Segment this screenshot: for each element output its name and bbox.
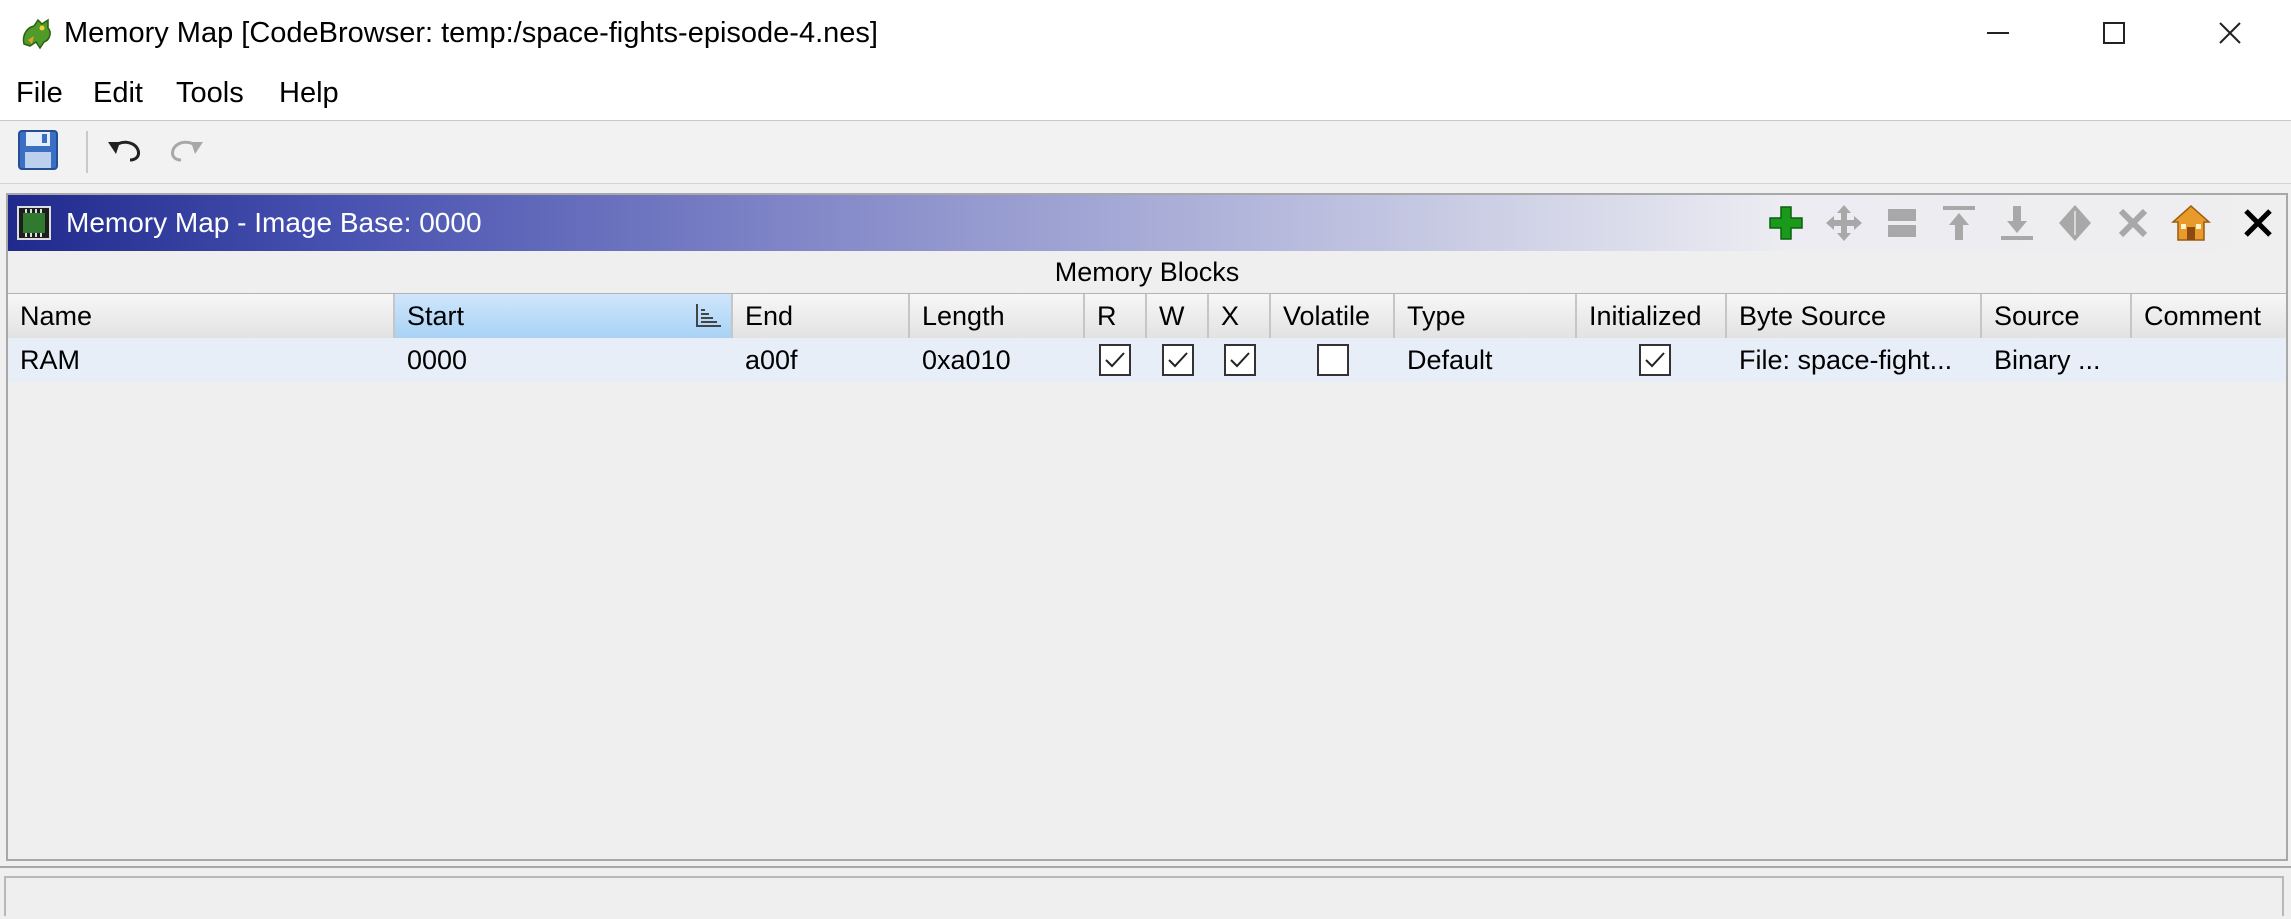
column-header-volatile[interactable]: Volatile — [1271, 294, 1395, 338]
cell-start: 0000 — [407, 345, 468, 375]
window-title: Memory Map [CodeBrowser: temp:/space-fig… — [64, 17, 878, 49]
maximize-icon — [2103, 22, 2125, 44]
menu-bar: File Edit Tools Help — [0, 66, 2291, 122]
maximize-button[interactable] — [2056, 0, 2172, 66]
move-block-icon — [1826, 205, 1862, 241]
close-panel-icon — [2244, 209, 2272, 237]
status-area — [4, 876, 2284, 916]
save-icon — [18, 130, 58, 170]
add-block-icon — [1769, 206, 1803, 240]
menu-help[interactable]: Help — [279, 74, 339, 112]
close-window-button[interactable] — [2172, 0, 2288, 66]
set-image-base-button[interactable] — [2171, 203, 2211, 243]
checkmark-icon — [1230, 352, 1250, 368]
column-header-read[interactable]: R — [1085, 294, 1147, 338]
redo-icon — [171, 140, 203, 162]
expand-down-button[interactable] — [1997, 203, 2037, 243]
cell-source: Binary ... — [1994, 345, 2101, 375]
merge-blocks-icon — [2059, 205, 2091, 241]
column-header-initialized[interactable]: Initialized — [1577, 294, 1727, 338]
undo-button[interactable] — [104, 128, 152, 176]
column-header-comment[interactable]: Comment — [2132, 294, 2286, 338]
checkmark-icon — [1105, 352, 1125, 368]
toolbar-separator — [86, 131, 88, 173]
volatile-checkbox[interactable] — [1317, 344, 1349, 376]
expand-up-icon — [1943, 206, 1975, 240]
table-row[interactable]: RAM 0000 a00f 0xa010 Default File: space… — [8, 338, 2286, 382]
cell-end: a00f — [745, 345, 798, 375]
panel-title: Memory Map - Image Base: 0000 — [66, 207, 482, 238]
panel-header: Memory Map - Image Base: 0000 — [8, 195, 2286, 251]
column-header-length[interactable]: Length — [910, 294, 1085, 338]
split-block-icon — [1888, 209, 1916, 237]
cell-comment — [2132, 338, 2286, 382]
table-header: Name Start End Length R W X Volatile Typ… — [8, 293, 2286, 339]
column-header-end[interactable]: End — [733, 294, 910, 338]
close-icon — [2219, 22, 2241, 44]
delete-block-button[interactable] — [2113, 203, 2153, 243]
minimize-button[interactable] — [1940, 0, 2056, 66]
column-header-execute[interactable]: X — [1209, 294, 1271, 338]
memory-blocks-title: Memory Blocks — [1054, 257, 1240, 287]
memory-chip-icon — [17, 206, 51, 240]
cell-name: RAM — [20, 345, 80, 375]
cell-byte-source: File: space-fight... — [1739, 345, 1953, 375]
move-block-button[interactable] — [1824, 203, 1864, 243]
undo-icon — [108, 140, 140, 162]
menu-file[interactable]: File — [16, 74, 63, 112]
add-block-button[interactable] — [1766, 203, 1806, 243]
split-block-button[interactable] — [1882, 203, 1922, 243]
execute-checkbox[interactable] — [1224, 344, 1256, 376]
cell-length: 0xa010 — [922, 345, 1011, 375]
ghidra-dragon-icon — [22, 18, 51, 50]
status-bar — [0, 866, 2291, 919]
save-button[interactable] — [16, 128, 64, 176]
set-image-base-icon — [2171, 204, 2211, 241]
column-header-byte-source[interactable]: Byte Source — [1727, 294, 1982, 338]
minimize-icon — [1987, 32, 2009, 34]
initialized-checkbox[interactable] — [1639, 344, 1671, 376]
column-header-start-label: Start — [407, 301, 465, 331]
expand-down-icon — [2001, 206, 2033, 240]
window-titlebar: Memory Map [CodeBrowser: temp:/space-fig… — [0, 0, 2291, 66]
checkmark-icon — [1168, 352, 1188, 368]
column-header-write[interactable]: W — [1147, 294, 1209, 338]
menu-edit[interactable]: Edit — [93, 74, 143, 112]
column-header-type[interactable]: Type — [1395, 294, 1577, 338]
merge-blocks-button[interactable] — [2055, 203, 2095, 243]
memory-map-panel: Memory Map - Image Base: 0000 Memory Blo… — [6, 193, 2288, 861]
expand-up-button[interactable] — [1939, 203, 1979, 243]
delete-block-icon — [2118, 208, 2148, 238]
sort-ascending-icon — [696, 304, 721, 327]
cell-type: Default — [1407, 345, 1493, 375]
menu-tools[interactable]: Tools — [176, 74, 244, 112]
checkmark-icon — [1645, 352, 1665, 368]
column-header-name[interactable]: Name — [8, 294, 395, 338]
toolbar — [0, 121, 2291, 184]
column-header-start[interactable]: Start — [395, 294, 733, 338]
close-panel-button[interactable] — [2238, 203, 2278, 243]
write-checkbox[interactable] — [1162, 344, 1194, 376]
column-header-source[interactable]: Source — [1982, 294, 2132, 338]
read-checkbox[interactable] — [1099, 344, 1131, 376]
redo-button[interactable] — [163, 128, 211, 176]
